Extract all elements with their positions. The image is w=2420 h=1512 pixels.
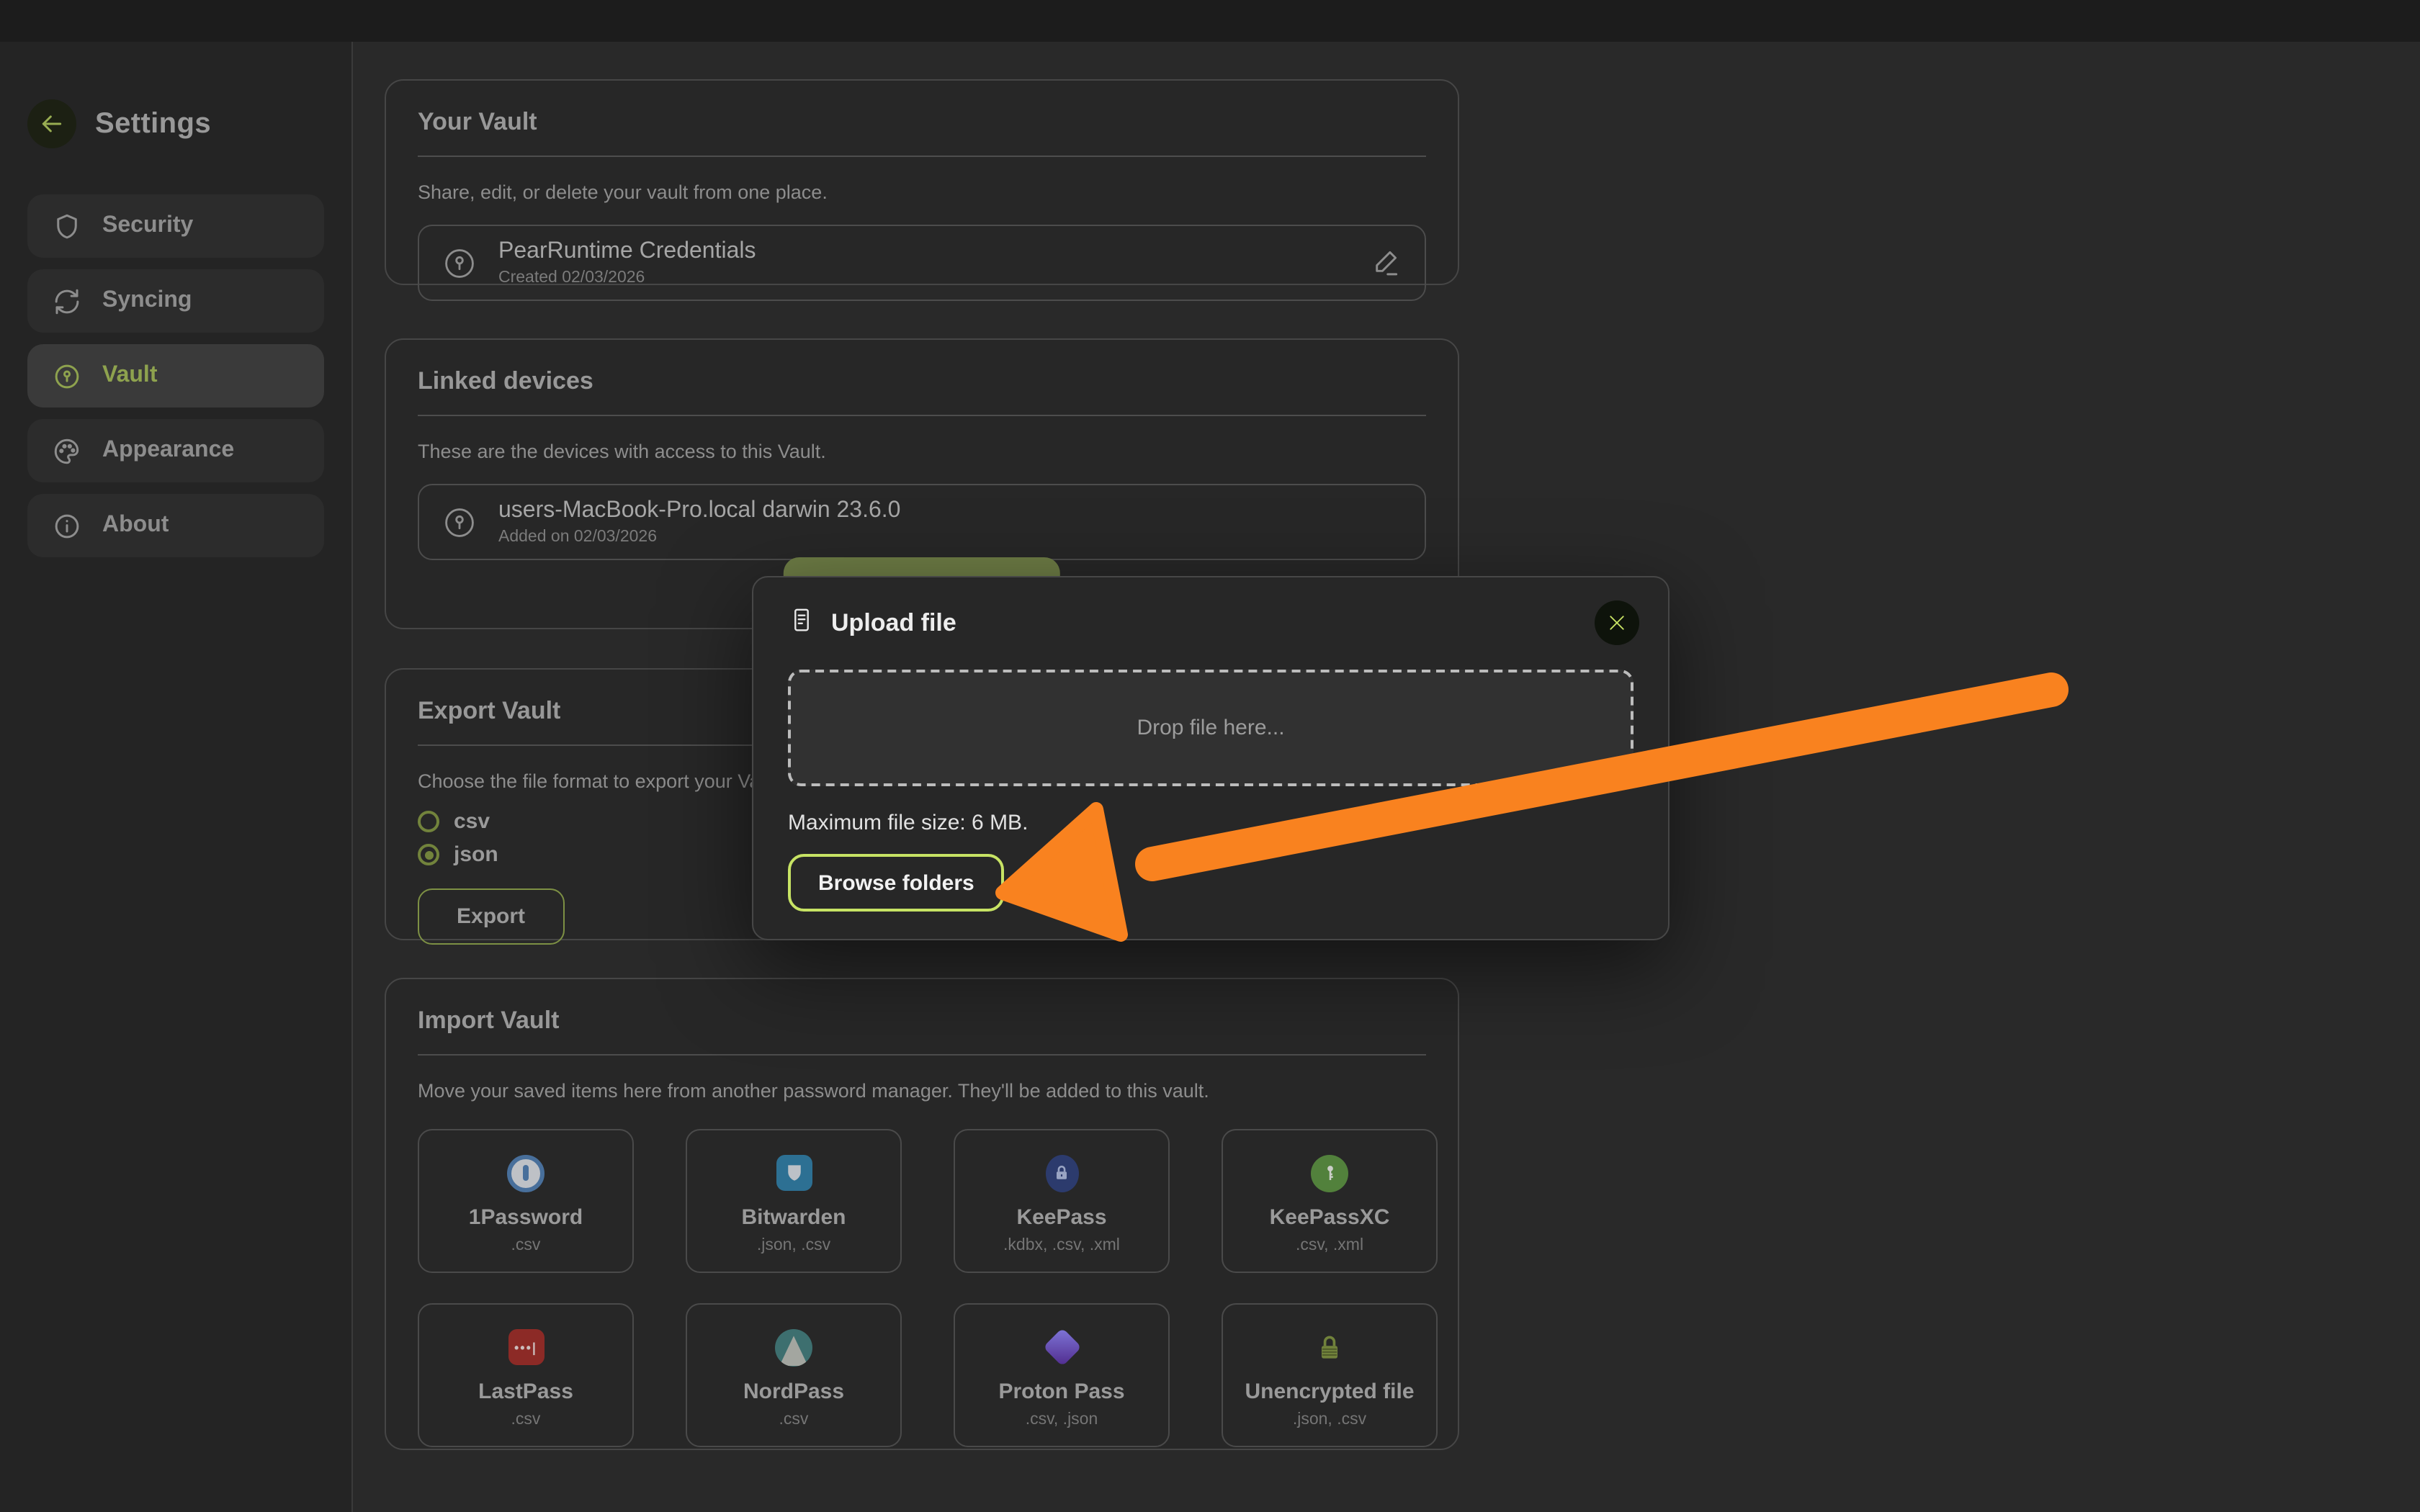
- tile-formats: .csv, .xml: [1296, 1236, 1363, 1254]
- document-icon: [788, 606, 815, 640]
- sidebar-item-label: Syncing: [102, 288, 192, 314]
- radio-label: csv: [454, 809, 490, 834]
- bitwarden-icon: [776, 1151, 812, 1194]
- tile-formats: .json, .csv: [1293, 1410, 1366, 1428]
- divider: [418, 415, 1426, 416]
- device-row: users-MacBook-Pro.local darwin 23.6.0 Ad…: [418, 484, 1426, 560]
- dropzone-label: Drop file here...: [1137, 716, 1284, 740]
- 1password-icon: [507, 1151, 544, 1194]
- tile-name: Proton Pass: [998, 1379, 1124, 1403]
- info-icon: [50, 510, 82, 541]
- import-tile-bitwarden[interactable]: Bitwarden .json, .csv: [686, 1129, 902, 1273]
- divider: [418, 156, 1426, 157]
- sidebar-header: Settings: [27, 99, 324, 148]
- divider: [418, 1054, 1426, 1056]
- vault-row: PearRuntime Credentials Created 02/03/20…: [418, 225, 1426, 301]
- sidebar-item-syncing[interactable]: Syncing: [27, 269, 324, 333]
- card-title: Import Vault: [418, 1007, 1426, 1035]
- import-tile-1password[interactable]: 1Password .csv: [418, 1129, 634, 1273]
- import-tile-lastpass[interactable]: •••| LastPass .csv: [418, 1303, 634, 1447]
- vault-name: PearRuntime Credentials: [498, 239, 756, 265]
- window-titlebar: [0, 0, 2420, 42]
- close-button[interactable]: [1595, 600, 1639, 645]
- tile-name: 1Password: [469, 1205, 583, 1229]
- radio-icon: [418, 844, 439, 865]
- import-vault-card: Import Vault Move your saved items here …: [385, 978, 1459, 1450]
- sidebar-item-security[interactable]: Security: [27, 194, 324, 258]
- settings-sidebar: Settings Security Syncing Vault Appearan…: [0, 42, 353, 1512]
- sidebar-item-label: About: [102, 513, 169, 539]
- tile-formats: .json, .csv: [757, 1236, 830, 1254]
- radio-label: json: [454, 842, 498, 867]
- page-title: Settings: [95, 107, 211, 140]
- import-tile-keepassxc[interactable]: KeePassXC .csv, .xml: [1222, 1129, 1438, 1273]
- import-sources-grid: 1Password .csv Bitwarden .json, .csv Kee…: [418, 1129, 1426, 1447]
- tile-formats: .csv: [511, 1410, 541, 1428]
- file-dropzone[interactable]: Drop file here...: [788, 670, 1634, 786]
- app-window: Settings Security Syncing Vault Appearan…: [0, 0, 2420, 1512]
- sidebar-item-label: Appearance: [102, 438, 234, 464]
- keyhole-icon: [441, 244, 478, 282]
- max-file-size-text: Maximum file size: 6 MB.: [788, 811, 1028, 835]
- tile-name: Unencrypted file: [1245, 1379, 1414, 1403]
- import-tile-unencrypted[interactable]: Unencrypted file .json, .csv: [1222, 1303, 1438, 1447]
- keepass-icon: [1045, 1151, 1078, 1194]
- sidebar-item-about[interactable]: About: [27, 494, 324, 557]
- proton-pass-icon: [1048, 1326, 1075, 1369]
- card-description: Move your saved items here from another …: [418, 1080, 1426, 1102]
- pencil-icon: [1370, 246, 1402, 277]
- tile-name: LastPass: [478, 1379, 573, 1403]
- modal-title: Upload file: [831, 608, 956, 637]
- keepassxc-icon: [1311, 1151, 1348, 1194]
- sync-icon: [50, 285, 82, 317]
- keyhole-icon: [50, 360, 82, 392]
- import-tile-proton-pass[interactable]: Proton Pass .csv, .json: [954, 1303, 1170, 1447]
- device-added-date: Added on 02/03/2026: [498, 528, 900, 546]
- radio-icon: [418, 811, 439, 832]
- tile-name: KeePass: [1016, 1205, 1106, 1229]
- browse-folders-button[interactable]: Browse folders: [788, 854, 1005, 912]
- close-icon: [1606, 612, 1628, 634]
- import-tile-keepass[interactable]: KeePass .kdbx, .csv, .xml: [954, 1129, 1170, 1273]
- tile-formats: .csv, .json: [1026, 1410, 1098, 1428]
- sidebar-item-label: Security: [102, 213, 193, 239]
- modal-header: Upload file: [788, 600, 1639, 645]
- tile-name: NordPass: [743, 1379, 844, 1403]
- vault-created-date: Created 02/03/2026: [498, 269, 756, 287]
- edit-vault-button[interactable]: [1368, 246, 1403, 280]
- export-button[interactable]: Export: [418, 888, 564, 945]
- tile-formats: .csv: [779, 1410, 809, 1428]
- sidebar-item-vault[interactable]: Vault: [27, 344, 324, 408]
- sidebar-item-appearance[interactable]: Appearance: [27, 419, 324, 482]
- your-vault-card: Your Vault Share, edit, or delete your v…: [385, 79, 1459, 285]
- card-description: Share, edit, or delete your vault from o…: [418, 181, 1426, 203]
- nordpass-icon: [775, 1326, 812, 1369]
- tile-formats: .kdbx, .csv, .xml: [1003, 1236, 1120, 1254]
- card-title: Linked devices: [418, 367, 1426, 396]
- lastpass-icon: •••|: [508, 1326, 544, 1369]
- sidebar-nav: Security Syncing Vault Appearance About: [27, 194, 324, 557]
- card-title: Your Vault: [418, 108, 1426, 137]
- import-tile-nordpass[interactable]: NordPass .csv: [686, 1303, 902, 1447]
- keyhole-icon: [441, 503, 478, 541]
- tile-name: Bitwarden: [741, 1205, 846, 1229]
- padlock-icon: [1314, 1326, 1345, 1369]
- shield-icon: [50, 210, 82, 242]
- tile-name: KeePassXC: [1270, 1205, 1390, 1229]
- tile-formats: .csv: [511, 1236, 541, 1254]
- upload-file-modal: Upload file Drop file here... Maximum fi…: [752, 576, 1670, 940]
- arrow-left-icon: [37, 109, 66, 138]
- back-button[interactable]: [27, 99, 76, 148]
- sidebar-item-label: Vault: [102, 363, 157, 389]
- device-name: users-MacBook-Pro.local darwin 23.6.0: [498, 498, 900, 524]
- card-description: These are the devices with access to thi…: [418, 441, 1426, 462]
- palette-icon: [50, 435, 82, 467]
